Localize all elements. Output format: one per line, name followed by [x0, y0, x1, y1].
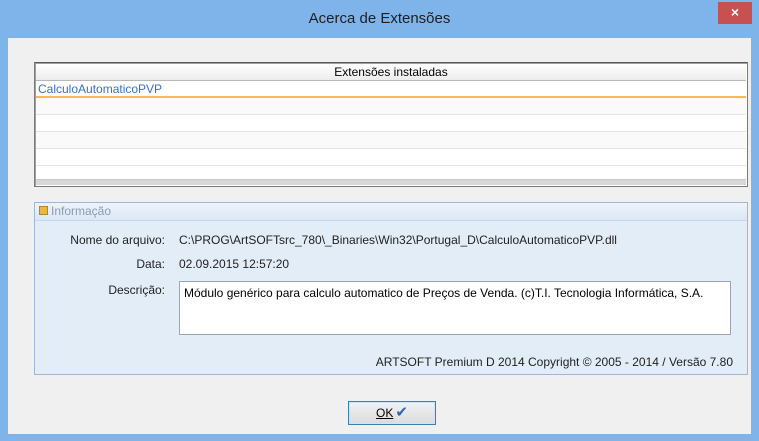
information-legend-label: Informação: [51, 204, 112, 218]
extension-row[interactable]: CalculoAutomaticoPVP: [36, 81, 746, 98]
extension-row[interactable]: [36, 98, 746, 115]
close-button[interactable]: ×: [718, 2, 752, 24]
about-extensions-dialog: Acerca de Extensões × Extensões instalad…: [0, 0, 759, 441]
title-bar[interactable]: Acerca de Extensões ×: [1, 1, 758, 37]
description-label: Descrição:: [108, 283, 165, 297]
extensions-rows: CalculoAutomaticoPVP: [36, 81, 746, 166]
installed-extensions-list[interactable]: Extensões instaladas CalculoAutomaticoPV…: [34, 62, 748, 187]
date-label: Data:: [136, 257, 165, 271]
checkmark-icon: ✔: [395, 404, 408, 421]
copyright-text: ARTSOFT Premium D 2014 Copyright © 2005 …: [375, 355, 733, 369]
ok-button[interactable]: OK ✔: [348, 401, 436, 425]
extension-row[interactable]: [36, 115, 746, 132]
collapse-arrow-icon[interactable]: [39, 206, 48, 215]
file-name-value: C:\PROG\ArtSOFTsrc_780\_Binaries\Win32\P…: [179, 233, 617, 247]
dialog-client-area: Extensões instaladas CalculoAutomaticoPV…: [8, 38, 751, 434]
date-value: 02.09.2015 12:57:20: [179, 257, 290, 271]
horizontal-scrollbar[interactable]: [36, 179, 746, 185]
extensions-column-header[interactable]: Extensões instaladas: [36, 64, 746, 81]
description-textbox[interactable]: Módulo genérico para calculo automatico …: [179, 281, 731, 335]
information-legend[interactable]: Informação: [35, 203, 747, 221]
extension-row[interactable]: [36, 132, 746, 149]
extension-row[interactable]: [36, 149, 746, 166]
close-icon: ×: [730, 4, 740, 20]
dialog-title: Acerca de Extensões: [308, 10, 451, 27]
ok-button-label: OK: [376, 406, 394, 420]
file-name-label: Nome do arquivo:: [70, 233, 165, 247]
information-group: Informação Nome do arquivo: C:\PROG\ArtS…: [34, 202, 748, 375]
